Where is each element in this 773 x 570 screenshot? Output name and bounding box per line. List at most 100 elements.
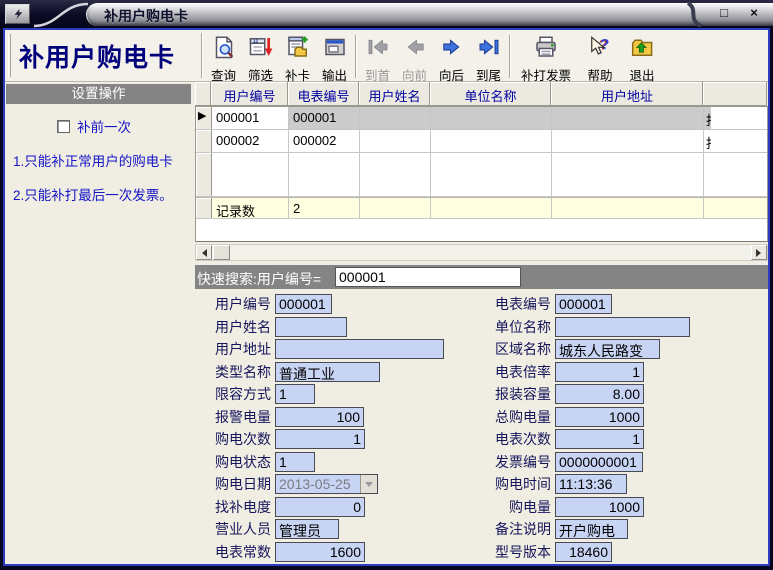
help-cursor-icon: ?? [588,35,612,64]
toolbar-button-first-arrow: 到首 [359,32,396,81]
scrollbar-thumb[interactable] [213,245,230,260]
field-value-left-7[interactable]: 1 [275,429,365,449]
form-row: 用户地址 [211,339,444,359]
field-label-right-9: 购电时间 [491,474,555,494]
field-value-left-4[interactable]: 普通工业 [275,362,380,382]
field-label-left-6: 报警电量 [211,407,275,427]
toolbar-button-search-document[interactable]: 查询 [205,32,242,81]
quick-search-input[interactable] [335,267,521,287]
app-logo-icon [5,4,30,24]
table-cell [212,153,289,196]
form-row: 报装容量8.00 [491,384,690,404]
field-value-right-2[interactable] [555,317,690,337]
field-value-left-8[interactable]: 1 [275,452,315,472]
field-value-left-12[interactable]: 1600 [275,542,365,562]
field-label-right-5: 报装容量 [491,384,555,404]
field-value-right-1[interactable]: 000001 [555,294,612,314]
field-value-right-3[interactable]: 城东人民路变 [555,339,660,359]
printer-icon [534,35,558,64]
field-value-right-7[interactable]: 1 [555,429,644,449]
field-value-right-8[interactable]: 0000000001 [555,452,643,472]
app-window: 补用户购电卡 □ × 补用户购电卡 查询12筛选补卡输出到首向前向后到尾补打发票… [0,0,773,570]
field-label-left-5: 限容方式 [211,384,275,404]
form-row: 购电日期2013-05-25 [211,474,444,494]
form-row: 营业人员管理员 [211,519,444,539]
record-count-value: 2 [289,198,360,218]
purchase-date-combo[interactable]: 2013-05-25 [275,474,378,494]
field-value-right-5[interactable]: 8.00 [555,384,644,404]
field-label-left-8: 购电状态 [211,452,275,472]
record-count-row: 记录数2 [196,197,767,219]
form-row: 单位名称 [491,317,690,337]
toolbar-button-next-arrow[interactable]: 向后 [433,32,470,81]
field-label-right-1: 电表编号 [491,294,555,314]
table-cell [431,153,552,196]
field-label-right-12: 型号版本 [491,542,555,562]
field-label-right-6: 总购电量 [491,407,555,427]
toolbar-button-last-arrow[interactable]: 到尾 [470,32,507,81]
field-value-right-12[interactable]: 18460 [555,542,612,562]
field-label-right-2: 单位名称 [491,317,555,337]
field-value-left-3[interactable] [275,339,444,359]
field-value-right-10[interactable]: 1000 [555,497,644,517]
table-row-2[interactable]: 000002000002报 [196,130,767,153]
field-value-right-6[interactable]: 1000 [555,407,644,427]
pre-last-time-checkbox[interactable]: 补前一次 [57,116,192,136]
field-value-left-10[interactable]: 0 [275,497,365,517]
scroll-right-button[interactable] [751,245,767,260]
field-label-left-12: 电表常数 [211,542,275,562]
sidebar-note-1: 1.只能补正常用户的购电卡 [13,150,192,170]
toolbar-button-help-cursor[interactable]: ??帮助 [579,32,621,81]
next-arrow-icon [440,35,464,64]
close-button[interactable]: × [745,5,763,22]
scroll-right-arrow-icon [756,249,765,257]
toolbar-button-printer[interactable]: 补打发票 [513,32,579,81]
table-cell: 000002 [289,130,360,152]
search-document-icon [212,35,236,64]
field-value-right-4[interactable]: 1 [555,362,644,382]
scroll-left-button[interactable] [196,245,212,260]
field-label-left-9: 购电日期 [211,474,275,494]
form-row: 总购电量1000 [491,407,690,427]
field-value-left-2[interactable] [275,317,347,337]
field-value-left-5[interactable]: 1 [275,384,315,404]
field-value-left-1[interactable]: 000001 [275,294,332,314]
checkbox-icon[interactable] [57,120,70,133]
field-value-left-6[interactable]: 100 [275,407,364,427]
field-label-left-11: 营业人员 [211,519,275,539]
toolbar-button-calendar-filter[interactable]: 12筛选 [242,32,279,81]
row-indicator-cell [196,153,212,196]
table-cell [360,107,431,129]
table-empty-area [196,153,767,197]
page-title: 补用户购电卡 [13,30,199,81]
toolbar-button-exit-folder[interactable]: 退出 [621,32,663,81]
table-cell [704,198,768,218]
exit-folder-icon [630,35,654,64]
form-row: 发票编号0000000001 [491,452,690,472]
form-row: 报警电量100 [211,407,444,427]
form-row: 购电次数1 [211,429,444,449]
table-cell [552,130,704,152]
user-record-table: 用户编号电表编号用户姓名单位名称用户地址▶000001000001报000002… [195,106,768,242]
form-row: 限容方式1 [211,384,444,404]
row-indicator-cell: ▶ [196,107,212,129]
combo-dropdown-button[interactable] [360,475,377,493]
main-panel: 请根据用户申报信息, 搜索到该用户的记录后点击“补卡”或补打发票 用户编号电表编… [195,82,768,564]
toolbar-button-card-add[interactable]: 补卡 [279,32,316,81]
chevron-down-icon [365,482,373,491]
app-frame: 补用户购电卡 查询12筛选补卡输出到首向前向后到尾补打发票??帮助退出 设置操作… [3,28,770,566]
field-value-right-11[interactable]: 开户购电 [555,519,628,539]
maximize-button[interactable]: □ [715,5,733,22]
form-row: 类型名称普通工业 [211,362,444,382]
sidebar: 设置操作 补前一次 1.只能补正常用户的购电卡 2.只能补打最后一次发票。 [5,82,192,564]
titlebar: 补用户购电卡 □ × [0,0,773,28]
field-value-left-11[interactable]: 管理员 [275,519,339,539]
horizontal-scrollbar[interactable] [195,244,768,261]
output-window-icon [323,35,347,64]
toolbar: 查询12筛选补卡输出到首向前向后到尾补打发票??帮助退出 [205,30,663,81]
table-row-1[interactable]: ▶000001000001报 [196,107,767,130]
field-value-right-9[interactable]: 11:13:36 [555,474,627,494]
form-row: 电表次数1 [491,429,690,449]
first-arrow-icon [366,35,390,64]
toolbar-button-output-window[interactable]: 输出 [316,32,353,81]
